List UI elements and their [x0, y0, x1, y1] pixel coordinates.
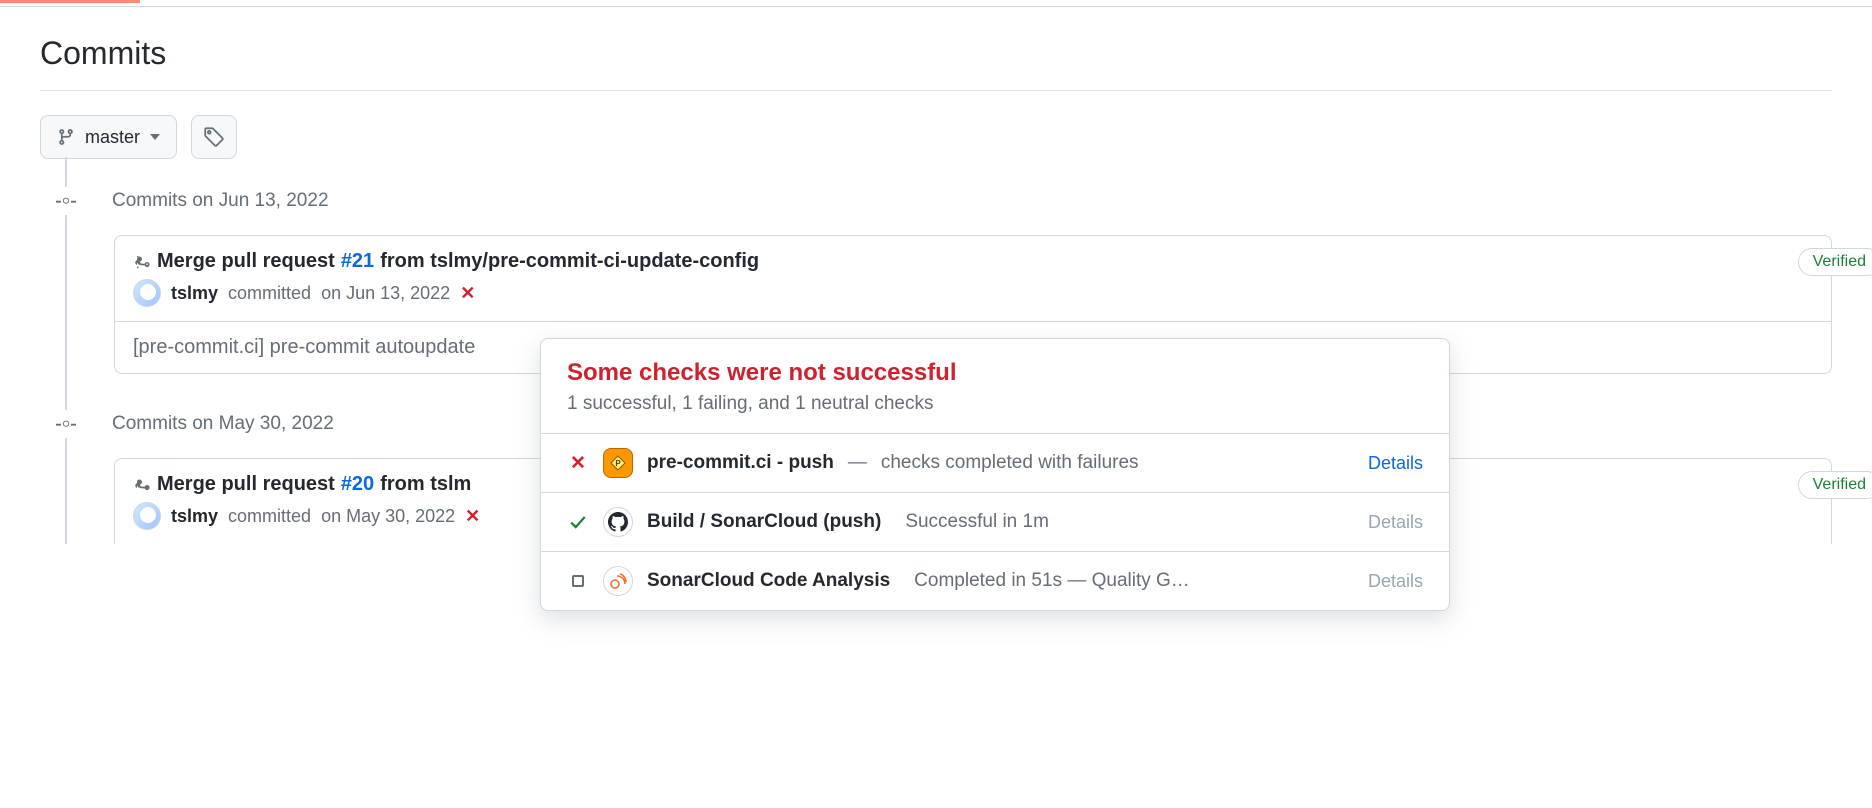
checks-popover-summary: 1 successful, 1 failing, and 1 neutral c…: [567, 393, 1423, 415]
tag-icon: [204, 127, 224, 147]
git-merge-icon: [133, 253, 151, 271]
commit-item[interactable]: Merge pull request #21 from tslmy/pre-co…: [115, 236, 1831, 322]
app-icon-sonarcloud: [603, 566, 633, 596]
author-username[interactable]: tslmy: [171, 283, 218, 304]
commit-date-heading: Commits on Jun 13, 2022: [40, 187, 1832, 215]
check-desc: Completed in 51s — Quality G…: [914, 570, 1190, 592]
commit-date: on May 30, 2022: [321, 506, 455, 527]
branch-name: master: [85, 127, 140, 148]
check-row: SonarCloud Code Analysis Completed in 51…: [541, 552, 1449, 610]
check-row: ✕ P pre-commit.ci - push — checks comple…: [541, 434, 1449, 493]
avatar[interactable]: [133, 279, 161, 307]
commit-node-icon: [56, 191, 76, 211]
commit-title-prefix: Merge pull request: [157, 250, 335, 273]
page-title: Commits: [40, 7, 1832, 91]
date-label: Commits on May 30, 2022: [112, 413, 334, 435]
checks-popover: Some checks were not successful 1 succes…: [540, 338, 1450, 611]
check-row: Build / SonarCloud (push) Successful in …: [541, 493, 1449, 552]
check-details-link[interactable]: Details: [1368, 512, 1423, 533]
app-icon-precommit: P: [603, 448, 633, 478]
tag-filter-button[interactable]: [191, 115, 237, 159]
check-name: pre-commit.ci - push: [647, 452, 834, 474]
commit-date: on Jun 13, 2022: [321, 283, 450, 304]
caret-down-icon: [150, 134, 160, 140]
commit-title-suffix: from tslm: [380, 473, 471, 496]
branch-selector[interactable]: master: [40, 115, 177, 159]
verified-badge[interactable]: Verified: [1798, 471, 1872, 499]
check-desc: Successful in 1m: [905, 511, 1049, 533]
pr-link[interactable]: #20: [341, 473, 374, 496]
status-failure-icon: ✕: [570, 452, 586, 475]
commit-title-suffix: from tslmy/pre-commit-ci-update-config: [380, 250, 759, 273]
svg-text:P: P: [615, 459, 621, 468]
status-success-icon: [569, 513, 587, 531]
check-dash: —: [848, 452, 867, 474]
author-username[interactable]: tslmy: [171, 506, 218, 527]
check-details-link[interactable]: Details: [1368, 453, 1423, 474]
check-details-link[interactable]: Details: [1368, 571, 1423, 592]
check-name: Build / SonarCloud (push): [647, 511, 881, 533]
status-neutral-icon: [572, 575, 584, 587]
pr-link[interactable]: #21: [341, 250, 374, 273]
date-label: Commits on Jun 13, 2022: [112, 190, 329, 212]
commit-node-icon: [56, 414, 76, 434]
check-name: SonarCloud Code Analysis: [647, 570, 890, 592]
status-x-icon[interactable]: ✕: [460, 283, 475, 304]
verified-badge[interactable]: Verified: [1798, 248, 1872, 276]
page-progress-bar: [0, 0, 140, 3]
committed-word: committed: [228, 283, 311, 304]
git-merge-icon: [133, 476, 151, 494]
commit-title-prefix: Merge pull request: [157, 473, 335, 496]
committed-word: committed: [228, 506, 311, 527]
avatar[interactable]: [133, 502, 161, 530]
checks-popover-title: Some checks were not successful: [567, 359, 1423, 387]
check-desc: checks completed with failures: [881, 452, 1139, 474]
status-x-icon[interactable]: ✕: [465, 506, 480, 527]
git-branch-icon: [57, 128, 75, 146]
timeline-line: [65, 157, 67, 544]
app-icon-github: [603, 507, 633, 537]
